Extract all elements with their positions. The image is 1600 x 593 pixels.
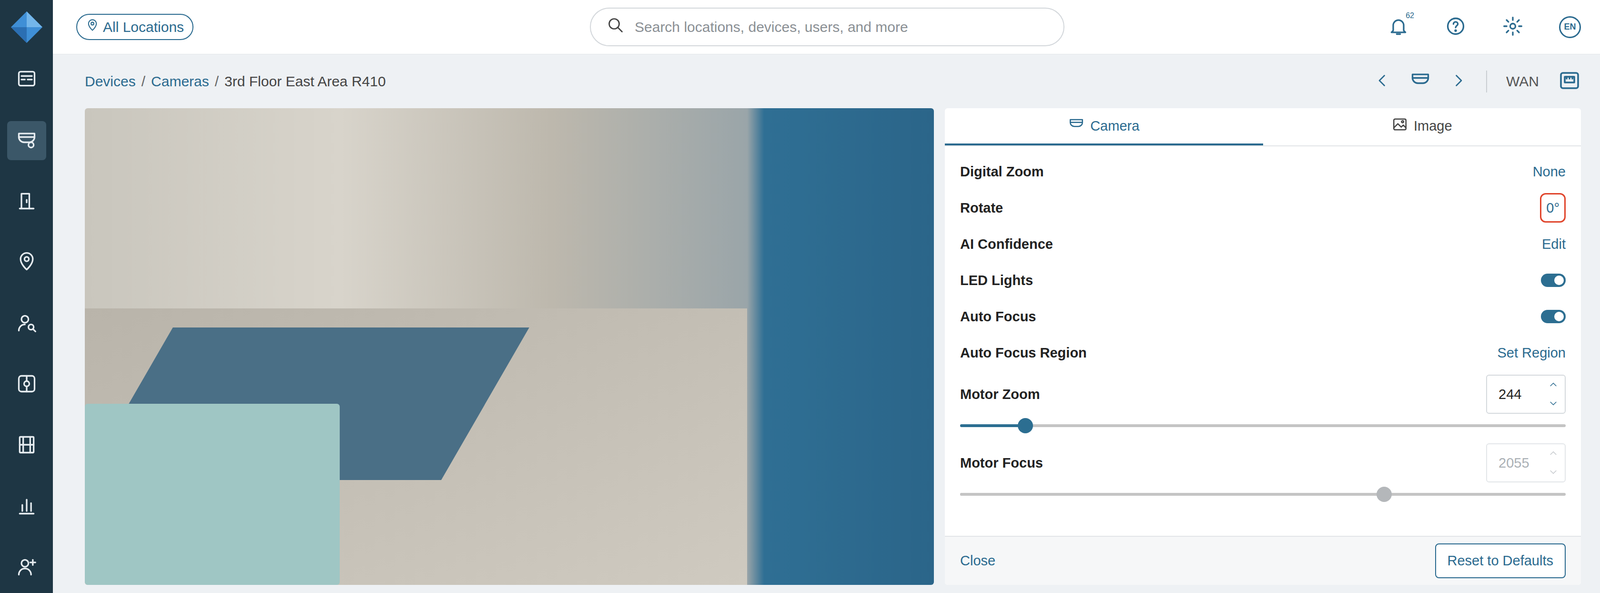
- setting-row: AI Confidence Edit: [960, 225, 1566, 263]
- divider: [1486, 70, 1488, 93]
- sidebar-nav: [7, 54, 47, 588]
- slider-track: [960, 424, 1566, 427]
- device-nav: WAN: [1373, 69, 1581, 94]
- setting-label: Motor Zoom: [960, 386, 1041, 403]
- search-icon: [607, 16, 625, 38]
- notifications-button[interactable]: 62: [1387, 16, 1410, 39]
- add-user-icon: [16, 556, 38, 579]
- top-actions: 62 EN: [1387, 16, 1581, 39]
- breadcrumb-item[interactable]: Cameras: [151, 73, 210, 90]
- camera-icon: [16, 129, 38, 152]
- camera-row: CameraImageDigital ZoomNoneRotate0°AI Co…: [84, 108, 1581, 585]
- location-pin-icon: [16, 251, 38, 274]
- down-arrow-icon: [1548, 464, 1559, 480]
- down-arrow-icon[interactable]: [1548, 395, 1559, 412]
- video-film-icon: [16, 434, 38, 457]
- tab-bar: CameraImage: [944, 108, 1581, 147]
- setting-link[interactable]: Edit: [1541, 236, 1566, 252]
- slider-setting: Motor Focus 2055: [960, 439, 1566, 508]
- settings-button[interactable]: [1501, 16, 1524, 39]
- setting-label: Auto Focus: [960, 308, 1037, 325]
- setting-link[interactable]: None: [1532, 163, 1566, 180]
- ethernet-icon: [1558, 69, 1581, 94]
- next-chevron-icon[interactable]: [1449, 71, 1468, 92]
- setting-row: Digital Zoom None: [960, 153, 1566, 190]
- network-label: WAN: [1506, 73, 1540, 90]
- breadcrumb-item: 3rd Floor East Area R410: [224, 73, 386, 90]
- content: Devices/Cameras/3rd Floor East Area R410…: [52, 54, 1600, 593]
- setting-label: AI Confidence: [960, 236, 1054, 253]
- slider-setting: Motor Zoom 244: [960, 370, 1566, 440]
- slider-thumb: [1376, 486, 1392, 502]
- logo-icon[interactable]: [0, 0, 53, 55]
- sidebar: [0, 0, 53, 593]
- help-icon: [1445, 15, 1467, 39]
- pin-icon: [85, 18, 100, 36]
- sidebar-item[interactable]: [7, 121, 47, 161]
- up-arrow-icon: [1548, 445, 1559, 462]
- setting-row: LED Lights: [960, 262, 1566, 299]
- setting-row: Rotate 0°: [960, 189, 1566, 226]
- setting-label: Motor Focus: [960, 455, 1044, 471]
- top-bar: All Locations Search locations, devices, …: [52, 0, 1600, 55]
- camera-feed[interactable]: [84, 108, 934, 585]
- camera-icon: [1068, 116, 1085, 136]
- setting-label: Digital Zoom: [960, 163, 1044, 180]
- settings-panel: CameraImageDigital ZoomNoneRotate0°AI Co…: [944, 108, 1581, 585]
- location-button[interactable]: All Locations: [76, 13, 194, 41]
- camera-icon[interactable]: [1409, 70, 1431, 93]
- toggle-switch[interactable]: [1540, 309, 1566, 324]
- slider-track: [960, 492, 1566, 496]
- sidebar-item[interactable]: [7, 364, 47, 405]
- sidebar-item[interactable]: [7, 547, 47, 588]
- previous-chevron-icon[interactable]: [1373, 71, 1391, 92]
- help-button[interactable]: [1444, 16, 1467, 39]
- up-arrow-icon[interactable]: [1548, 376, 1559, 393]
- breadcrumb-item[interactable]: Devices: [84, 73, 136, 90]
- setting-label: Auto Focus Region: [960, 344, 1087, 361]
- slider-fill: [960, 492, 1385, 496]
- setting-row: Auto Focus Region Set Region: [960, 334, 1566, 371]
- close-button[interactable]: Close: [960, 552, 996, 569]
- person-search-icon: [16, 312, 38, 335]
- reset-button[interactable]: Reset to Defaults: [1435, 543, 1566, 578]
- sidebar-item[interactable]: [7, 303, 47, 344]
- tab[interactable]: Image: [1263, 108, 1582, 146]
- sidebar-item[interactable]: [7, 243, 47, 283]
- setting-link[interactable]: Set Region: [1497, 344, 1567, 361]
- gear-icon: [1502, 15, 1524, 39]
- panel-footer: Close Reset to Defaults: [944, 535, 1581, 585]
- tab[interactable]: Camera: [944, 108, 1264, 146]
- slider-fill: [960, 424, 1026, 427]
- image-icon: [1391, 116, 1408, 136]
- setting-label: Rotate: [960, 200, 1003, 216]
- main: All Locations Search locations, devices, …: [52, 0, 1600, 593]
- language-button[interactable]: EN: [1559, 16, 1581, 39]
- dashboard-icon: [16, 68, 38, 92]
- sidebar-item[interactable]: [7, 60, 47, 100]
- slider-thumb[interactable]: [1017, 417, 1033, 434]
- setting-row: Auto Focus: [960, 298, 1566, 335]
- settings-list: Digital Zoom None Rotate 0° AI Confidence Edi…: [944, 146, 1581, 536]
- toggle-switch[interactable]: [1540, 273, 1566, 287]
- sidebar-item[interactable]: [7, 486, 47, 527]
- number-field[interactable]: 244: [1486, 374, 1566, 414]
- breadcrumb-row: Devices/Cameras/3rd Floor East Area R410…: [84, 54, 1581, 109]
- number-field: 2055: [1486, 443, 1566, 483]
- door-icon: [16, 190, 38, 213]
- breadcrumb: Devices/Cameras/3rd Floor East Area R410: [84, 73, 386, 90]
- setting-link[interactable]: 0°: [1539, 192, 1566, 223]
- sidebar-item[interactable]: [7, 182, 47, 222]
- setting-label: LED Lights: [960, 272, 1033, 289]
- notification-badge: 62: [1404, 11, 1416, 21]
- sidebar-item[interactable]: [7, 425, 47, 466]
- analytics-icon: [16, 495, 38, 518]
- sensor-icon: [16, 373, 38, 396]
- search-field[interactable]: Search locations, devices, users, and mo…: [589, 7, 1065, 47]
